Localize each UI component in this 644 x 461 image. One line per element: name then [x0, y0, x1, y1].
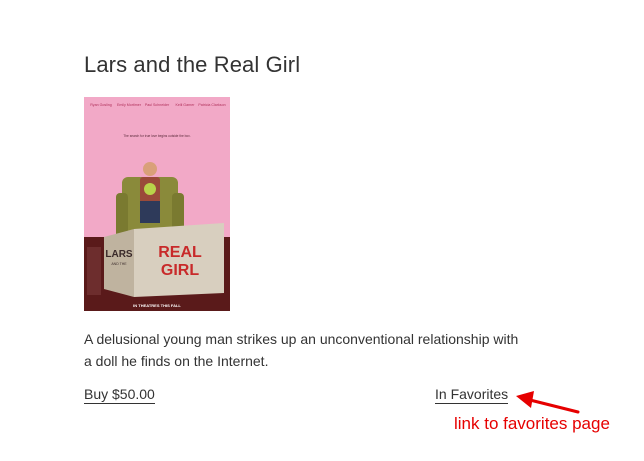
annotation-arrow: [516, 391, 580, 414]
annotation-label: link to favorites page: [454, 414, 610, 433]
